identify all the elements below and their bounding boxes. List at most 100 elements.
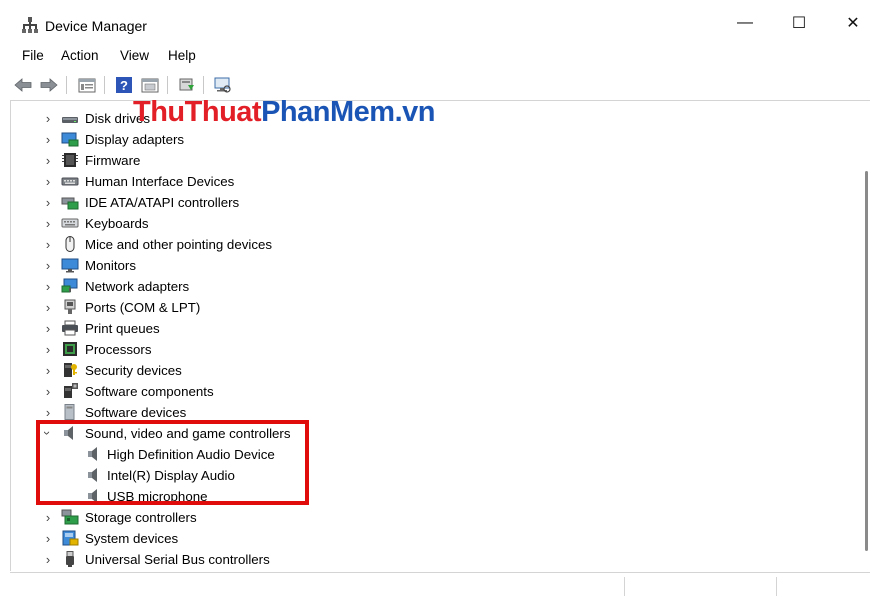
storage-controller-icon xyxy=(61,509,79,525)
properties-button[interactable] xyxy=(76,74,98,96)
watermark: ThuThuatPhanMem.vn xyxy=(133,96,435,129)
scan-hardware-icon xyxy=(214,77,231,93)
expand-chevron-icon[interactable]: › xyxy=(41,300,55,315)
tree-item-keyboards[interactable]: › Keyboards xyxy=(11,213,831,234)
expand-chevron-icon[interactable]: › xyxy=(41,132,55,147)
tree-item-label: Software components xyxy=(85,384,214,399)
tree-item-label: Human Interface Devices xyxy=(85,174,235,189)
tree-item-ide-ata-atapi-controllers[interactable]: › IDE ATA/ATAPI controllers xyxy=(11,192,831,213)
menu-file[interactable]: File xyxy=(22,48,44,63)
scan-hardware-button[interactable] xyxy=(212,74,234,96)
tree-item-label: Storage controllers xyxy=(85,510,197,525)
menu-bar: File Action View Help xyxy=(0,44,870,68)
tree-item-label: Mice and other pointing devices xyxy=(85,237,273,252)
hid-icon xyxy=(61,177,79,186)
processor-icon xyxy=(63,342,77,356)
firmware-icon xyxy=(62,153,78,167)
maximize-icon: ☐ xyxy=(791,15,807,32)
tree-item-label: Security devices xyxy=(85,363,182,378)
expand-chevron-icon[interactable]: › xyxy=(41,363,55,378)
svg-text:?: ? xyxy=(120,78,128,93)
scrollbar-thumb[interactable] xyxy=(865,171,868,551)
display-adapter-icon xyxy=(61,132,79,147)
expand-chevron-icon[interactable]: › xyxy=(41,321,55,336)
expand-chevron-icon[interactable]: › xyxy=(41,510,55,525)
tree-item-label: Keyboards xyxy=(85,216,149,231)
update-driver-button[interactable] xyxy=(176,74,198,96)
port-icon xyxy=(64,299,76,314)
status-divider xyxy=(776,577,777,596)
tree-item-software-components[interactable]: › Software components xyxy=(11,381,831,402)
back-button[interactable] xyxy=(12,74,34,96)
tree-item-firmware[interactable]: › Firmware xyxy=(11,150,831,171)
expand-chevron-icon[interactable]: › xyxy=(41,195,55,210)
tree-item-label: System devices xyxy=(85,531,179,546)
highlight-annotation xyxy=(36,420,309,505)
status-bar xyxy=(10,572,870,596)
tree-item-network-adapters[interactable]: › Network adapters xyxy=(11,276,831,297)
tree-item-universal-serial-bus-controllers[interactable]: › Universal Serial Bus controllers xyxy=(11,549,831,570)
minimize-icon: — xyxy=(737,14,753,31)
expand-chevron-icon[interactable]: › xyxy=(41,531,55,546)
watermark-part-1: ThuThuat xyxy=(133,96,262,128)
expand-chevron-icon[interactable]: › xyxy=(41,342,55,357)
tree-item-label: Software devices xyxy=(85,405,187,420)
tree-item-monitors[interactable]: › Monitors xyxy=(11,255,831,276)
watermark-part-3: .vn xyxy=(394,96,436,128)
window-title: Device Manager xyxy=(45,18,147,34)
disk-drive-icon xyxy=(62,117,78,123)
show-hidden-icon xyxy=(141,78,159,93)
ide-controller-icon xyxy=(61,197,79,210)
expand-chevron-icon[interactable]: › xyxy=(41,279,55,294)
title-bar[interactable]: Device Manager — ☐ ✕ xyxy=(0,0,870,38)
menu-help[interactable]: Help xyxy=(168,48,196,63)
tree-item-print-queues[interactable]: › Print queues xyxy=(11,318,831,339)
tree-item-mice[interactable]: › Mice and other pointing devices xyxy=(11,234,831,255)
back-icon xyxy=(14,78,32,92)
software-device-icon xyxy=(64,404,75,420)
tree-item-human-interface-devices[interactable]: › Human Interface Devices xyxy=(11,171,831,192)
expand-chevron-icon[interactable]: › xyxy=(41,258,55,273)
toolbar: ? xyxy=(8,72,870,98)
expand-chevron-icon[interactable]: › xyxy=(41,174,55,189)
mouse-icon xyxy=(65,236,75,252)
status-divider xyxy=(624,577,625,596)
tree-item-storage-controllers[interactable]: › Storage controllers xyxy=(11,507,831,528)
tree-item-system-devices[interactable]: › System devices xyxy=(11,528,831,549)
vertical-scrollbar[interactable] xyxy=(863,101,870,571)
tree-item-label: Network adapters xyxy=(85,279,190,294)
help-button[interactable]: ? xyxy=(113,74,135,96)
maximize-button[interactable]: ☐ xyxy=(776,8,822,38)
tree-item-label: Firmware xyxy=(85,153,141,168)
expand-chevron-icon[interactable]: › xyxy=(41,405,55,420)
tree-item-label: Ports (COM & LPT) xyxy=(85,300,201,315)
properties-icon xyxy=(78,78,96,93)
expand-chevron-icon[interactable]: › xyxy=(41,153,55,168)
tree-item-ports[interactable]: › Ports (COM & LPT) xyxy=(11,297,831,318)
menu-action[interactable]: Action xyxy=(61,48,99,63)
expand-chevron-icon[interactable]: › xyxy=(41,237,55,252)
expand-chevron-icon[interactable]: › xyxy=(41,216,55,231)
expand-chevron-icon[interactable]: › xyxy=(41,384,55,399)
keyboard-icon xyxy=(61,218,79,228)
system-device-icon xyxy=(62,530,79,546)
tree-item-security-devices[interactable]: › Security devices xyxy=(11,360,831,381)
network-adapter-icon xyxy=(61,278,78,293)
forward-button[interactable] xyxy=(38,74,60,96)
tree-item-processors[interactable]: › Processors xyxy=(11,339,831,360)
minimize-button[interactable]: — xyxy=(722,8,768,38)
security-device-icon xyxy=(64,363,77,377)
show-hidden-button[interactable] xyxy=(139,74,161,96)
device-manager-icon xyxy=(22,17,38,33)
tree-item-label: IDE ATA/ATAPI controllers xyxy=(85,195,240,210)
expand-chevron-icon[interactable]: › xyxy=(41,552,55,567)
tree-item-label: Print queues xyxy=(85,321,160,336)
tree-item-label: Universal Serial Bus controllers xyxy=(85,552,270,567)
close-button[interactable]: ✕ xyxy=(830,8,870,38)
menu-view[interactable]: View xyxy=(120,48,149,63)
update-driver-icon xyxy=(179,78,194,91)
close-icon: ✕ xyxy=(846,15,860,32)
expand-chevron-icon[interactable]: › xyxy=(41,111,55,126)
tree-item-display-adapters[interactable]: › Display adapters xyxy=(11,129,831,150)
printer-icon xyxy=(62,320,78,336)
